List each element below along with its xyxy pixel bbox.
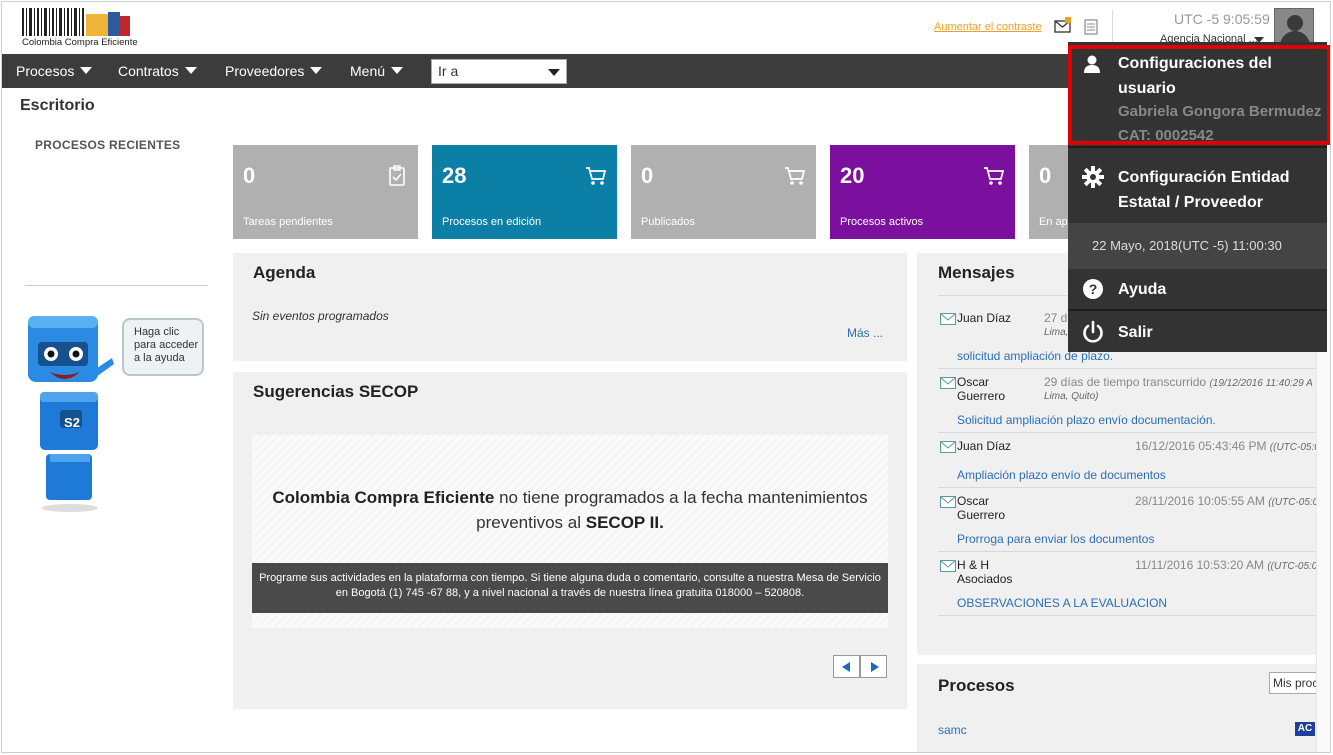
tile-count: 28 bbox=[442, 163, 467, 188]
agenda-empty-text: Sin eventos programados bbox=[252, 309, 389, 323]
clock: UTC -5 9:05:59 bbox=[1174, 11, 1270, 27]
message-time: 16/12/2016 05:43:46 PM ((UTC-05:0 bbox=[1135, 439, 1320, 453]
my-processes-button[interactable]: Mis proc bbox=[1269, 672, 1319, 694]
tile-count: 0 bbox=[641, 163, 654, 188]
processes-title: Procesos bbox=[938, 676, 1015, 695]
message-time: 29 días de tiempo transcurrido (19/12/20… bbox=[1044, 375, 1313, 389]
menu-date-row: 22 Mayo, 2018(UTC -5) 11:00:30 bbox=[1068, 223, 1327, 269]
user-icon bbox=[1084, 55, 1100, 73]
message-location: Lima, Quito) bbox=[1044, 391, 1099, 402]
message-subject-link[interactable]: Prorroga para enviar los documentos bbox=[957, 532, 1154, 546]
tile-count: 0 bbox=[243, 163, 256, 188]
tile-active-processes[interactable]: 20 Procesos activos bbox=[830, 145, 1015, 239]
tile-label: Procesos en edición bbox=[442, 216, 542, 228]
tile-label: En ap bbox=[1039, 216, 1068, 228]
agenda-panel bbox=[233, 253, 907, 361]
message-sender: Juan Díaz bbox=[957, 311, 1012, 325]
tile-label: Publicados bbox=[641, 216, 695, 228]
tile-pending-tasks[interactable]: 0 Tareas pendientes bbox=[233, 145, 418, 239]
message-location: Lima, bbox=[1044, 327, 1069, 338]
process-link[interactable]: samc bbox=[938, 723, 967, 737]
caret-down-icon bbox=[184, 67, 197, 74]
message-sender: Juan Díaz bbox=[957, 439, 1012, 453]
tile-published[interactable]: 0 Publicados bbox=[631, 145, 816, 239]
nav-proveedores[interactable]: Proveedores bbox=[225, 54, 323, 88]
envelope-notification-icon[interactable] bbox=[1054, 17, 1072, 33]
tile-processes-editing[interactable]: 28 Procesos en edición bbox=[432, 145, 617, 239]
cart-icon bbox=[586, 167, 607, 185]
divider bbox=[25, 285, 208, 286]
message-time: 27 d bbox=[1044, 311, 1068, 325]
recent-processes-title: PROCESOS RECIENTES bbox=[35, 138, 181, 152]
help-icon: ? bbox=[1083, 279, 1103, 299]
notice-bar: Programe sus actividades en la plataform… bbox=[252, 563, 888, 613]
logo-text: Colombia Compra Eficiente bbox=[22, 37, 138, 48]
document-icon[interactable] bbox=[1083, 19, 1099, 35]
caret-down-icon bbox=[391, 67, 404, 74]
caret-down-icon bbox=[80, 67, 93, 74]
menu-date-text: 22 Mayo, 2018(UTC -5) 11:00:30 bbox=[1092, 238, 1282, 253]
message-time: 28/11/2016 10:05:55 AM ((UTC-05:0 bbox=[1135, 494, 1319, 508]
message-subject-link[interactable]: Solicitud ampliación plazo envío documen… bbox=[957, 413, 1216, 427]
suggestions-title: Sugerencias SECOP bbox=[253, 382, 419, 401]
logo[interactable]: Colombia Compra Eficiente bbox=[22, 8, 138, 48]
triangle-right-icon bbox=[871, 662, 879, 672]
svg-text:?: ? bbox=[1089, 281, 1098, 297]
tile-count: 0 bbox=[1039, 163, 1052, 188]
message-sender: Oscar Guerrero bbox=[957, 375, 1006, 403]
message-sender: H & H Asociados bbox=[957, 558, 1013, 586]
menu-logout[interactable]: Salir bbox=[1068, 311, 1327, 352]
menu-help[interactable]: ? Ayuda bbox=[1068, 269, 1327, 309]
app-window: Colombia Compra Eficiente Aumentar el co… bbox=[1, 1, 1331, 753]
caret-down-icon bbox=[548, 69, 560, 76]
notice-headline: Colombia Compra Eficiente no tiene progr… bbox=[272, 488, 868, 532]
agenda-more-link[interactable]: Más ... bbox=[847, 326, 883, 340]
envelope-icon bbox=[940, 496, 956, 508]
nav-procesos[interactable]: Procesos bbox=[16, 54, 93, 88]
message-subject-link[interactable]: OBSERVACIONES A LA EVALUACION bbox=[957, 596, 1167, 610]
robot-mascot-icon bbox=[28, 316, 114, 512]
caret-down-icon bbox=[310, 67, 323, 74]
cart-icon bbox=[785, 167, 806, 185]
user-dropdown-menu: Configuraciones del usuario Gabriela Gon… bbox=[1068, 42, 1327, 352]
robot-badge: S2 bbox=[64, 415, 80, 430]
prev-button[interactable] bbox=[833, 655, 860, 678]
envelope-icon bbox=[940, 377, 956, 389]
tile-label: Tareas pendientes bbox=[243, 216, 333, 228]
tile-label: Procesos activos bbox=[840, 216, 924, 228]
message-time: 11/11/2016 10:53:20 AM ((UTC-05:0 bbox=[1135, 558, 1318, 572]
envelope-icon bbox=[940, 313, 956, 325]
triangle-left-icon bbox=[842, 662, 850, 672]
menu-entity-settings[interactable]: Configuración Entidad Estatal / Proveedo… bbox=[1068, 148, 1327, 223]
power-icon bbox=[1083, 320, 1103, 343]
envelope-icon bbox=[940, 441, 956, 453]
maintenance-notice: Colombia Compra Eficiente no tiene progr… bbox=[252, 435, 888, 628]
goto-select[interactable]: Ir a bbox=[431, 59, 567, 84]
tile-count: 20 bbox=[840, 163, 865, 188]
agenda-title: Agenda bbox=[253, 263, 316, 282]
user-name: Gabriela Gongora Bermudez bbox=[1118, 103, 1322, 120]
help-bubble[interactable]: Haga clic para acceder a la ayuda bbox=[122, 318, 204, 376]
clipboard-check-icon bbox=[389, 165, 405, 186]
gear-icon bbox=[1082, 166, 1104, 188]
help-robot[interactable]: S2 Haga clic para acceder a la ayuda bbox=[26, 312, 206, 512]
contrast-link[interactable]: Aumentar el contraste bbox=[934, 21, 1042, 33]
envelope-icon bbox=[940, 560, 956, 572]
message-subject-link[interactable]: Ampliación plazo envío de documentos bbox=[957, 468, 1166, 482]
nav-contratos[interactable]: Contratos bbox=[118, 54, 197, 88]
nav-menu[interactable]: Menú bbox=[350, 54, 404, 88]
cart-icon bbox=[984, 167, 1005, 185]
message-sender: Oscar Guerrero bbox=[957, 494, 1006, 522]
next-button[interactable] bbox=[860, 655, 887, 678]
menu-user-settings[interactable]: Configuraciones del usuario Gabriela Gon… bbox=[1068, 42, 1327, 147]
status-badge: AC bbox=[1295, 722, 1315, 736]
page-title: Escritorio bbox=[20, 97, 95, 114]
messages-title: Mensajes bbox=[938, 263, 1015, 282]
user-cat: CAT: 0002542 bbox=[1118, 127, 1214, 144]
